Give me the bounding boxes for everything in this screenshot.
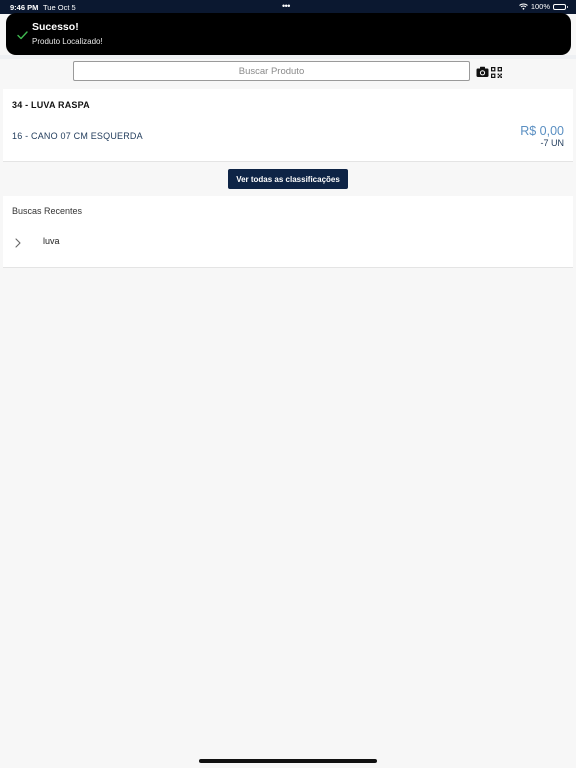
product-quantity: -7 UN [540, 138, 564, 148]
status-time: 9:46 PM [10, 3, 39, 12]
status-right-group: 100% [518, 2, 568, 11]
recent-search-label: luva [43, 236, 60, 246]
wifi-icon [518, 3, 528, 10]
qr-code-icon[interactable] [491, 65, 502, 78]
battery-percent: 100% [530, 2, 550, 11]
chevron-right-icon [15, 235, 21, 253]
product-title: 34 - LUVA RASPA [12, 100, 90, 110]
camera-icon[interactable] [476, 65, 489, 77]
search-input[interactable] [73, 61, 470, 81]
product-price: R$ 0,00 [520, 124, 564, 138]
product-card[interactable]: 34 - LUVA RASPA 16 - CANO 07 CM ESQUERDA… [3, 89, 573, 162]
battery-icon [553, 3, 568, 10]
success-toast[interactable]: Sucesso! Produto Localizado! [6, 13, 571, 55]
header-strip [0, 55, 576, 59]
toast-message: Produto Localizado! [32, 37, 103, 46]
product-variant: 16 - CANO 07 CM ESQUERDA [12, 131, 143, 141]
status-date: Tue Oct 5 [43, 3, 76, 12]
check-icon [17, 27, 28, 45]
status-bar: 9:46 PM Tue Oct 5 ••• 100% [0, 0, 576, 14]
recent-searches-title: Buscas Recentes [12, 206, 83, 216]
home-indicator[interactable] [199, 759, 377, 763]
multitasking-dots[interactable]: ••• [282, 1, 290, 11]
recent-searches-card: Buscas Recentes luva [3, 196, 573, 268]
toast-title: Sucesso! [32, 21, 79, 33]
view-all-classifications-button[interactable]: Ver todas as classificações [228, 169, 348, 189]
list-item[interactable]: luva [3, 230, 573, 250]
